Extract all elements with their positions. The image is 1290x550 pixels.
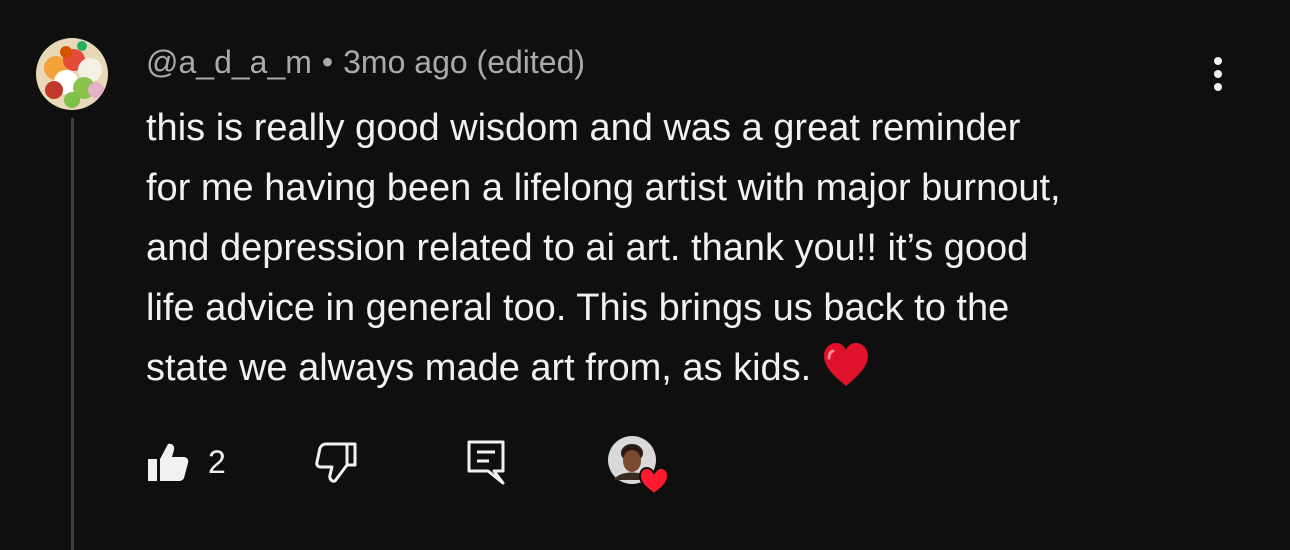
like-count: 2 xyxy=(208,443,226,480)
dislike-button[interactable] xyxy=(314,432,358,492)
more-vertical-icon xyxy=(1214,57,1222,91)
red-heart-icon xyxy=(821,342,871,406)
creator-heart-badge[interactable] xyxy=(608,436,672,496)
comment-body: this is really good wisdom and was a gre… xyxy=(146,98,1226,406)
thread-line xyxy=(71,118,74,550)
author-name[interactable]: @a_d_a_m xyxy=(146,44,312,80)
comment-meta: @a_d_a_m • 3mo ago (edited) xyxy=(146,40,585,84)
more-menu-button[interactable] xyxy=(1196,52,1240,96)
comment-timestamp[interactable]: 3mo ago xyxy=(343,44,468,80)
author-avatar[interactable] xyxy=(36,38,108,110)
comment-text: this is really good wisdom and was a gre… xyxy=(146,107,1061,389)
comment-reply-icon xyxy=(467,440,505,485)
thumb-up-icon xyxy=(148,443,189,481)
like-button[interactable]: 2 xyxy=(146,432,226,492)
creator-heart-icon xyxy=(638,466,670,496)
thumb-down-icon xyxy=(315,442,357,483)
meta-separator: • xyxy=(321,44,334,80)
reply-button[interactable] xyxy=(464,432,508,492)
edited-label: (edited) xyxy=(476,44,586,80)
